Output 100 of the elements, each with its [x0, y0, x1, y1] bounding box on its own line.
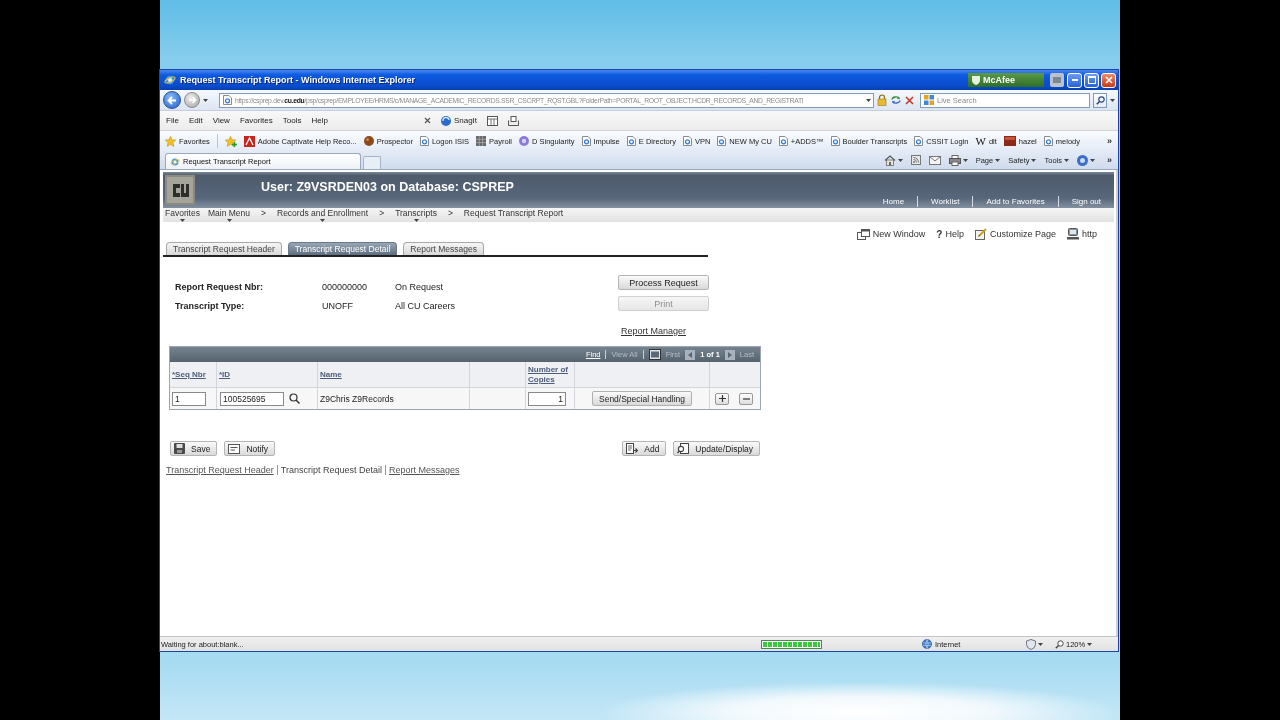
- column-header[interactable]: *Seq Nbr: [172, 369, 206, 380]
- document-search-icon: [677, 443, 690, 454]
- search-button[interactable]: [1093, 92, 1107, 108]
- menu-item[interactable]: Tools: [282, 116, 302, 125]
- lock-icon: [877, 94, 887, 106]
- header-link[interactable]: Home: [869, 196, 918, 207]
- security-button[interactable]: McAfee: [968, 73, 1044, 87]
- page-icon: [717, 136, 727, 146]
- window-tile-icon[interactable]: [1050, 73, 1064, 87]
- breadcrumb-link[interactable]: Request Transcript Report: [463, 208, 564, 219]
- tray-icon[interactable]: [508, 115, 520, 126]
- report-manager-link[interactable]: Report Manager: [621, 326, 687, 336]
- column-header[interactable]: *ID: [219, 369, 231, 380]
- field-value: 000000000: [322, 281, 369, 292]
- feeds-button[interactable]: [910, 155, 921, 165]
- window-icon[interactable]: [648, 349, 661, 360]
- feed-icon: [910, 155, 921, 165]
- home-button[interactable]: [883, 154, 903, 166]
- previous-icon[interactable]: [685, 349, 696, 360]
- breadcrumb-link[interactable]: Favorites: [165, 208, 200, 222]
- page-icon: [223, 95, 232, 105]
- refresh-button[interactable]: [890, 95, 902, 105]
- seq-nbr-input[interactable]: 1: [172, 391, 206, 406]
- field-description: All CU Careers: [395, 300, 455, 311]
- search-options-button[interactable]: [1110, 98, 1115, 102]
- stop-icon: [905, 95, 914, 105]
- header-link[interactable]: Worklist: [917, 196, 973, 207]
- tab[interactable]: Transcript Request Header: [166, 242, 282, 255]
- page-icon: [419, 136, 429, 146]
- page-icon: [830, 136, 840, 146]
- close-icon: [1104, 76, 1113, 84]
- field-value: UNOFF: [322, 300, 354, 311]
- breadcrumb-separator: >: [261, 208, 266, 219]
- menu-item[interactable]: View: [212, 116, 230, 125]
- back-button[interactable]: [163, 91, 181, 109]
- save-button[interactable]: Save: [170, 441, 218, 456]
- home-icon: [883, 154, 896, 166]
- column-header[interactable]: Name: [320, 369, 342, 380]
- help-link[interactable]: ? Help: [936, 228, 964, 240]
- maximize-button[interactable]: [1084, 72, 1099, 88]
- protected-mode-button[interactable]: [1026, 638, 1043, 650]
- page-link[interactable]: Report Messages: [384, 465, 463, 475]
- print-button[interactable]: [948, 154, 968, 166]
- printer-icon: [948, 154, 961, 166]
- caret-icon: [866, 98, 871, 102]
- menu-item[interactable]: File: [166, 116, 179, 125]
- grid-window-icon[interactable]: [487, 115, 499, 126]
- caret-icon: [1110, 98, 1115, 102]
- header-link[interactable]: Sign out: [1057, 196, 1114, 207]
- arrow-right-icon: [187, 96, 197, 104]
- tab[interactable]: Report Messages: [403, 242, 484, 255]
- add-button[interactable]: Add: [622, 441, 667, 456]
- menu-item[interactable]: Favorites: [239, 116, 273, 125]
- page-link[interactable]: Transcript Request Detail: [276, 465, 385, 475]
- action-button[interactable]: Process Request: [618, 275, 709, 290]
- send-handling-button[interactable]: Send/Special Handling: [592, 391, 692, 406]
- tile-icon: [243, 135, 255, 147]
- page-link[interactable]: Transcript Request Header: [166, 465, 277, 475]
- add-row-button[interactable]: [715, 392, 729, 405]
- grid-icon: [476, 136, 487, 146]
- column-header[interactable]: Number of Copies: [528, 364, 574, 385]
- address-dropdown-button[interactable]: [866, 98, 871, 102]
- new-window-link[interactable]: New Window: [856, 228, 926, 240]
- close-toolbar-button[interactable]: [423, 117, 431, 124]
- new-window-icon: [856, 228, 870, 240]
- book-icon: [1003, 136, 1016, 146]
- customize-page-link[interactable]: Customize Page: [974, 228, 1056, 240]
- menu-item[interactable]: Edit: [188, 116, 203, 125]
- breadcrumb-link[interactable]: Main Menu: [207, 208, 251, 222]
- copies-input[interactable]: 1: [528, 391, 566, 406]
- help-menu-button[interactable]: [1077, 154, 1095, 166]
- caret-icon: [203, 98, 208, 102]
- disc-icon: [519, 136, 529, 146]
- breadcrumb-link[interactable]: Transcripts: [395, 208, 437, 222]
- tab[interactable]: Transcript Request Detail: [287, 242, 398, 255]
- field-label: Report Request Nbr:: [175, 281, 264, 292]
- stop-button[interactable]: [905, 95, 914, 105]
- delete-row-button[interactable]: [739, 392, 753, 405]
- header-link[interactable]: Add to Favorites: [972, 196, 1058, 207]
- overflow-chevron[interactable]: »: [1107, 155, 1112, 165]
- logo-icon: [165, 175, 195, 205]
- next-icon[interactable]: [724, 349, 735, 360]
- update-display-button[interactable]: Update/Display: [673, 441, 760, 456]
- id-input[interactable]: 100525695: [220, 391, 284, 406]
- breadcrumb-link[interactable]: Records and Enrollment: [277, 208, 369, 222]
- search-icon[interactable]: [289, 393, 300, 404]
- page-icon: [1043, 136, 1053, 146]
- menu-item[interactable]: Help: [311, 116, 328, 125]
- notify-button[interactable]: Notify: [224, 441, 276, 456]
- history-button[interactable]: [203, 98, 208, 102]
- overflow-chevron[interactable]: »: [1107, 136, 1112, 146]
- maximize-icon: [1087, 76, 1096, 84]
- star-plus-icon[interactable]: [224, 135, 237, 147]
- close-button[interactable]: [1101, 72, 1116, 88]
- mail-button[interactable]: [928, 155, 941, 165]
- capture-button[interactable]: SnagIt: [440, 115, 478, 126]
- arrow-left-icon: [167, 95, 177, 105]
- minimize-button[interactable]: [1067, 72, 1082, 88]
- page-icon: [778, 136, 788, 146]
- http-link[interactable]: http: [1067, 228, 1097, 240]
